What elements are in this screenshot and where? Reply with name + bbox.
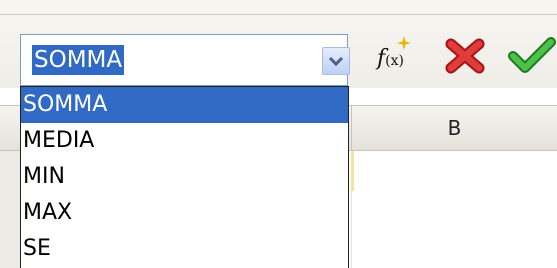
row-header-column: [0, 151, 21, 268]
sparkle-icon: [397, 36, 411, 50]
dropdown-option[interactable]: SE: [21, 231, 348, 267]
function-wizard-button[interactable]: f(x): [373, 36, 425, 82]
dropdown-option[interactable]: SOMMA: [21, 87, 348, 123]
function-dropdown-list[interactable]: SOMMA MEDIA MIN MAX SE: [20, 86, 349, 268]
cancel-button[interactable]: [443, 36, 493, 80]
column-header-b[interactable]: B: [351, 105, 557, 151]
cell-highlight: [351, 151, 354, 191]
toolbar-divider: [0, 14, 557, 15]
dropdown-option[interactable]: MIN: [21, 159, 348, 195]
cancel-icon: [445, 38, 485, 74]
function-name-value[interactable]: SOMMA: [32, 45, 125, 75]
dropdown-option[interactable]: MEDIA: [21, 123, 348, 159]
chevron-down-icon: [328, 56, 344, 67]
function-name-combobox[interactable]: SOMMA: [20, 34, 350, 86]
accept-button[interactable]: [507, 36, 557, 80]
dropdown-button[interactable]: [322, 47, 350, 75]
dropdown-option[interactable]: MAX: [21, 195, 348, 231]
accept-icon: [508, 37, 556, 73]
